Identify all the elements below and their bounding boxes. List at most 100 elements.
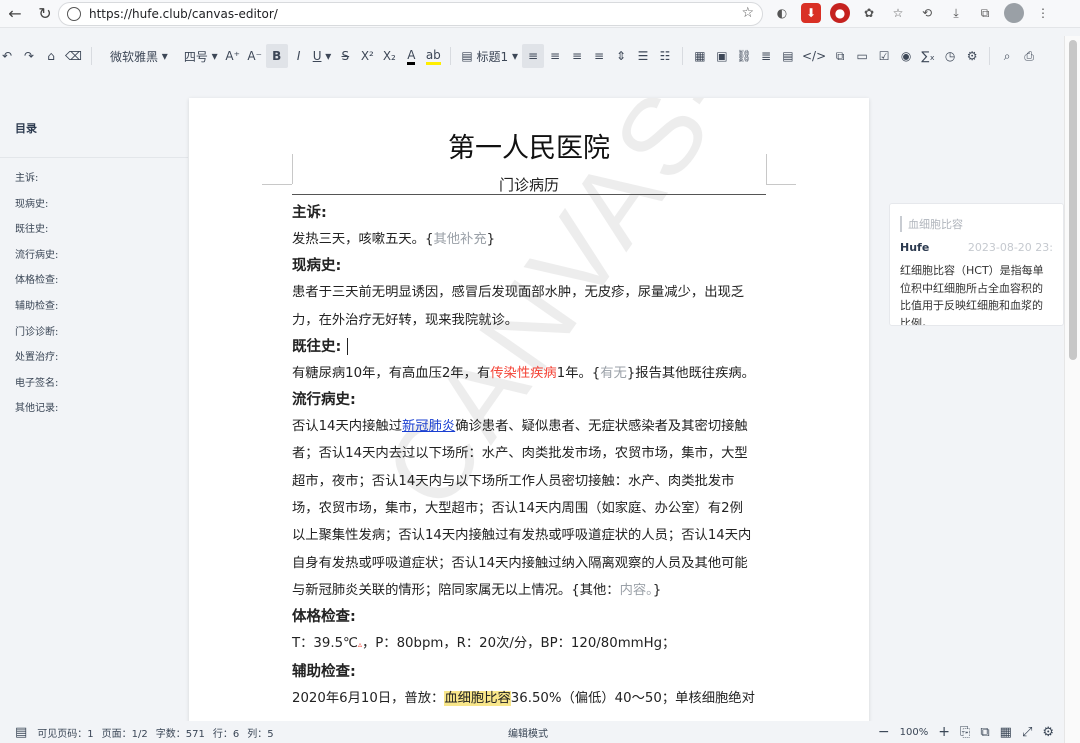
radio-icon[interactable]: ◉	[895, 44, 917, 68]
vertical-scrollbar[interactable]	[1064, 36, 1080, 743]
catalog-item-signature[interactable]: 电子签名:	[0, 371, 188, 397]
bold-button[interactable]: B	[265, 44, 288, 68]
comment-header: Hufe 2023-08-20 23:	[900, 241, 1053, 254]
zoom-out-icon[interactable]: −	[878, 724, 890, 740]
auxiliary-exam-text: 36.50%（偏低）40～50；单核细胞绝对	[510, 690, 755, 706]
font-size-increase-button[interactable]: A⁺	[222, 44, 244, 68]
align-left-button[interactable]: ≡	[521, 44, 544, 68]
editor-mode[interactable]: 编辑模式	[508, 725, 548, 740]
page-mode-icon[interactable]: ▤	[15, 725, 27, 740]
settings-icon[interactable]: ⚙	[1042, 725, 1054, 740]
align-center-button[interactable]: ≡	[544, 44, 566, 68]
font-family-select[interactable]: 微软雅黑 ▾	[106, 44, 172, 68]
more-menu-icon[interactable]: ⋮	[1033, 3, 1053, 23]
word-count: 字数：571	[155, 728, 205, 740]
subscript-button[interactable]: X₂	[378, 44, 400, 68]
catalog-item-diagnosis[interactable]: 门诊诊断:	[0, 320, 188, 346]
highlight-button[interactable]: ab	[422, 44, 444, 68]
favorites-icon[interactable]: ☆	[888, 3, 908, 23]
scrollbar-thumb[interactable]	[1069, 40, 1077, 360]
visible-pages: 可见页码：1	[37, 728, 94, 740]
font-size-decrease-button[interactable]: A⁻	[244, 44, 266, 68]
placeholder-control[interactable]: 有无	[600, 366, 627, 381]
undo-icon[interactable]: ↶	[0, 44, 18, 68]
font-color-button[interactable]: A	[400, 44, 422, 68]
document-page[interactable]: CANVAS-EDITOR 第一人民医院 门诊病历 主诉: 发热三天，咳嗽五天。…	[189, 98, 869, 723]
toolbar-divider	[90, 47, 92, 65]
downloads-icon[interactable]: ⤓	[946, 3, 966, 23]
document-subtitle: 门诊病历	[498, 176, 559, 194]
catalog-title: 目录	[15, 122, 37, 135]
strikethrough-button[interactable]: S	[334, 44, 356, 68]
reader-mode-icon[interactable]: ◐	[772, 3, 792, 23]
checkbox-icon[interactable]: ☑	[873, 44, 895, 68]
paper-size-icon[interactable]: ⎘	[960, 725, 970, 740]
catalog-item-chief-complaint[interactable]: 主诉:	[0, 166, 188, 192]
paragraph-line: 力，在外治疗无好转，现来我院就诊。	[292, 312, 519, 328]
separator-icon[interactable]: ≣	[755, 44, 777, 68]
catalog-item-physical-exam[interactable]: 体格检查:	[0, 268, 188, 294]
profile-avatar[interactable]	[1004, 3, 1024, 23]
italic-button[interactable]: I	[288, 44, 310, 68]
align-justify-button[interactable]: ≡	[588, 44, 610, 68]
watermark-icon[interactable]: ▤	[777, 44, 799, 68]
extensions-puzzle-icon[interactable]: ✿	[859, 3, 879, 23]
site-info-icon[interactable]	[67, 7, 81, 21]
paper-direction-icon[interactable]: ⧉	[980, 725, 989, 740]
zoom-level[interactable]: 100%	[900, 727, 929, 738]
commented-text-highlight[interactable]: 血细胞比容	[444, 690, 511, 706]
history-icon[interactable]: ⟲	[917, 3, 937, 23]
block-icon[interactable]: ⚙	[961, 44, 983, 68]
paper-margin-icon[interactable]: ▦	[1000, 725, 1012, 740]
fullscreen-icon[interactable]: ⤢	[1022, 725, 1032, 740]
title-select[interactable]: ▤ 标题1 ▾	[457, 44, 522, 68]
align-right-button[interactable]: ≡	[566, 44, 588, 68]
record-extension-icon[interactable]: ●	[830, 3, 850, 23]
catalog-item-present-illness[interactable]: 现病史:	[0, 192, 188, 218]
page-break-icon[interactable]: ⧉	[829, 44, 851, 68]
bookmark-star-icon[interactable]: ☆	[741, 5, 754, 21]
cursor-col: 列：5	[247, 728, 274, 740]
codeblock-icon[interactable]: </>	[799, 44, 829, 68]
page-count: 页面：1/2	[101, 728, 148, 740]
print-icon[interactable]: ⎙	[1018, 44, 1040, 68]
paragraph-line: 场，农贸市场，集市，大型超市；否认14天内周围（如家庭、办公室）有2例	[292, 501, 743, 517]
paragraph-line: 以上聚集性发病；否认14天内接触过有发热或呼吸道症状的人员；否认14天内	[292, 528, 752, 544]
download-extension-icon[interactable]: ⬇	[801, 3, 821, 23]
catalog-item-epidemiology[interactable]: 流行病史:	[0, 243, 188, 269]
address-bar[interactable]: https://hufe.club/canvas-editor/ ☆	[58, 2, 763, 26]
catalog-item-treatment[interactable]: 处置治疗:	[0, 345, 188, 371]
font-size-select[interactable]: 四号 ▾	[180, 44, 222, 68]
catalog-item-auxiliary-exam[interactable]: 辅助检查:	[0, 294, 188, 320]
row-margin-icon[interactable]: ⇕	[610, 44, 632, 68]
date-icon[interactable]: ◷	[939, 44, 961, 68]
catalog-item-past-history[interactable]: 既往史:	[0, 217, 188, 243]
underline-button[interactable]: U ▾	[310, 44, 335, 68]
search-icon[interactable]: ⌕	[996, 44, 1018, 68]
table-icon[interactable]: ▦	[689, 44, 711, 68]
back-arrow-icon[interactable]: ←	[2, 1, 28, 27]
document-body[interactable]: 主诉: 发热三天，咳嗽五天。{其他补充} 现病史: 患者于三天前无明显诱因，感冒…	[292, 200, 766, 712]
reload-icon[interactable]: ↻	[32, 1, 58, 27]
placeholder-control[interactable]: 内容。	[620, 583, 653, 598]
covid-hyperlink[interactable]: 新冠肺炎	[402, 419, 455, 434]
clear-format-icon[interactable]: ⌫	[62, 44, 85, 68]
redo-icon[interactable]: ↷	[18, 44, 40, 68]
zoom-in-icon[interactable]: +	[938, 724, 950, 740]
comment-quote: 血细胞比容	[900, 216, 1053, 232]
paragraph-line: 与新冠肺炎关联的情形；陪同家属无以上情况。{其他：内容。}	[292, 577, 766, 604]
format-painter-icon[interactable]: ⌂	[40, 44, 62, 68]
comment-card[interactable]: 血细胞比容 Hufe 2023-08-20 23: 红细胞比容（HCT）是指每单…	[889, 203, 1064, 326]
ordered-list-icon[interactable]: ☷	[654, 44, 676, 68]
paragraph-line: 者；否认14天内去过以下场所：水产、肉类批发市场，农贸市场，集市，大型	[292, 446, 748, 462]
unordered-list-icon[interactable]: ☰	[632, 44, 654, 68]
latex-icon[interactable]: ∑ₓ	[917, 44, 939, 68]
image-icon[interactable]: ▣	[711, 44, 733, 68]
placeholder-control[interactable]: 其他补充	[433, 232, 486, 247]
catalog-item-other[interactable]: 其他记录:	[0, 396, 188, 422]
header-rule	[292, 194, 766, 195]
screenshot-icon[interactable]: ⧉	[975, 3, 995, 23]
superscript-button[interactable]: X²	[356, 44, 378, 68]
hyperlink-icon[interactable]: ⛓	[733, 44, 755, 68]
control-icon[interactable]: ▭	[851, 44, 873, 68]
